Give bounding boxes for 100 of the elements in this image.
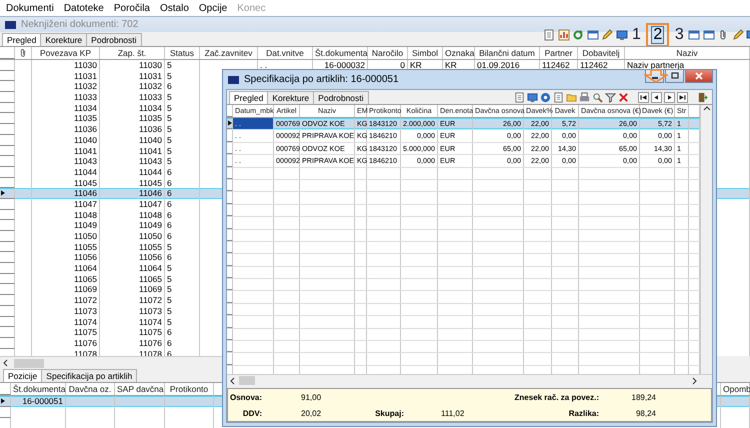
table-cell: 5	[165, 274, 200, 284]
tab[interactable]: Pregled	[229, 91, 268, 104]
view-button[interactable]: 1	[630, 26, 643, 44]
folder-icon[interactable]	[566, 92, 577, 102]
monitor-icon[interactable]	[527, 92, 538, 102]
delete-icon[interactable]	[618, 92, 629, 102]
table-cell: 5	[165, 92, 200, 103]
tab[interactable]: Podrobnosti	[86, 33, 142, 46]
table-cell: 6	[165, 252, 200, 264]
table-cell: 6	[165, 327, 200, 338]
table-cell: 11072	[100, 295, 165, 306]
search-icon[interactable]	[592, 92, 603, 102]
tab[interactable]: Korekture	[267, 91, 314, 104]
table-cell: 11035	[32, 113, 100, 124]
column-header[interactable]: Dobavitelj	[578, 47, 625, 59]
table-cell: 11073	[32, 306, 100, 317]
table-cell: 11065	[32, 274, 100, 284]
column-header[interactable]: Status	[165, 47, 200, 59]
table-cell: 11050	[32, 231, 100, 242]
pencil-icon[interactable]	[732, 29, 744, 41]
document-icon[interactable]	[514, 92, 525, 102]
table-cell: 5	[165, 102, 200, 114]
column-header[interactable]: Bilančni datum	[475, 47, 540, 59]
horizontal-scrollbar[interactable]	[227, 374, 712, 386]
column-header[interactable]: Naziv	[625, 47, 750, 59]
scroll-left-icon[interactable]	[229, 376, 237, 384]
window-icon[interactable]	[702, 29, 715, 41]
summary-value: 20,02	[300, 408, 322, 418]
close-button[interactable]	[685, 70, 713, 83]
tab[interactable]: Pregled	[2, 33, 42, 46]
next-icon[interactable]	[664, 92, 675, 102]
row-pointer-icon	[1, 398, 5, 404]
annotation-arrow	[644, 69, 668, 83]
column-header[interactable]: Davčna oz.	[66, 383, 115, 395]
window-icon[interactable]	[688, 29, 700, 41]
chart-icon[interactable]	[558, 29, 570, 41]
menu-item[interactable]: Dokumenti	[1, 2, 59, 14]
table-cell: 5	[165, 295, 200, 306]
tab[interactable]: Pozicije	[3, 369, 42, 382]
table-cell: 5	[165, 263, 200, 274]
scroll-up-icon[interactable]	[703, 105, 711, 113]
table-cell: 11047	[100, 198, 165, 210]
table-cell: 5	[165, 306, 200, 317]
column-header[interactable]: Naročilo	[368, 47, 408, 59]
table-cell: 11048	[100, 210, 165, 220]
view-button[interactable]: 2	[651, 26, 664, 44]
table-cell: 11049	[100, 220, 165, 232]
table-cell: 11033	[100, 92, 165, 103]
column-header[interactable]: Oznaka	[443, 47, 475, 59]
column-header[interactable]: Št.dokumenta	[313, 47, 368, 59]
column-header[interactable]: Protikonto	[165, 383, 214, 395]
monitor-icon[interactable]	[616, 29, 628, 41]
window-title: Neknjiženi dokumenti: 702	[21, 19, 138, 30]
tab[interactable]: Korekture	[40, 33, 88, 46]
table-cell: 6	[165, 166, 200, 178]
filter-icon[interactable]	[605, 92, 616, 102]
previous-icon[interactable]	[651, 92, 662, 102]
printer-icon[interactable]	[579, 92, 590, 102]
table-cell: 11032	[100, 81, 165, 92]
scroll-left-icon[interactable]	[2, 359, 10, 367]
first-record-icon[interactable]	[638, 92, 649, 102]
window-icon[interactable]	[586, 29, 598, 41]
circular-arrows-icon[interactable]	[572, 29, 584, 41]
tab[interactable]: Specifikacija po artiklih	[41, 369, 138, 382]
view-button[interactable]: 3	[672, 26, 686, 44]
column-header[interactable]: Št.dokumenta	[11, 383, 66, 395]
exit-door-icon[interactable]	[697, 92, 708, 102]
vertical-scrollbar[interactable]	[700, 105, 712, 374]
table-cell: 11050	[100, 231, 165, 242]
scrollbar-thumb[interactable]	[239, 376, 255, 385]
pencil-icon[interactable]	[601, 29, 613, 41]
document-icon[interactable]	[553, 92, 564, 102]
document-icon[interactable]	[543, 29, 555, 41]
scrollbar-thumb[interactable]	[14, 358, 44, 368]
maximize-button[interactable]	[665, 70, 684, 83]
menu-item[interactable]: Opcije	[194, 2, 232, 14]
table-cell: 6	[165, 338, 200, 349]
table-cell: 11069	[100, 284, 165, 296]
column-header[interactable]: Simbol	[408, 47, 443, 59]
column-header[interactable]: SAP davčna	[115, 383, 165, 395]
column-header[interactable]: Zap. št.	[100, 47, 165, 59]
column-header[interactable]: Partner	[540, 47, 578, 59]
summary-label: Znesek rač. za povez.:	[514, 392, 599, 402]
menu-item[interactable]: Poročila	[108, 2, 155, 14]
tab[interactable]: Podrobnosti	[313, 91, 369, 104]
column-header[interactable]: Zač.zavnitev	[200, 47, 258, 59]
table-cell: 11075	[100, 327, 165, 338]
table-cell: 11031	[32, 70, 100, 82]
row-pointer-icon	[1, 190, 5, 196]
summary-value: 98,24	[634, 408, 656, 418]
table-cell: 11034	[32, 102, 100, 114]
table-cell: 11055	[100, 242, 165, 252]
scroll-right-icon[interactable]	[690, 376, 698, 384]
column-header[interactable]: Povezava KP	[32, 47, 100, 59]
menu-item[interactable]: Ostalo	[154, 2, 194, 14]
horizontal-scrollbar[interactable]	[0, 356, 222, 369]
table-cell: 11036	[32, 124, 100, 135]
column-header[interactable]: Dat.vnitve	[258, 47, 313, 59]
menu-item[interactable]: Datoteke	[58, 2, 109, 14]
last-record-icon[interactable]	[677, 92, 688, 102]
